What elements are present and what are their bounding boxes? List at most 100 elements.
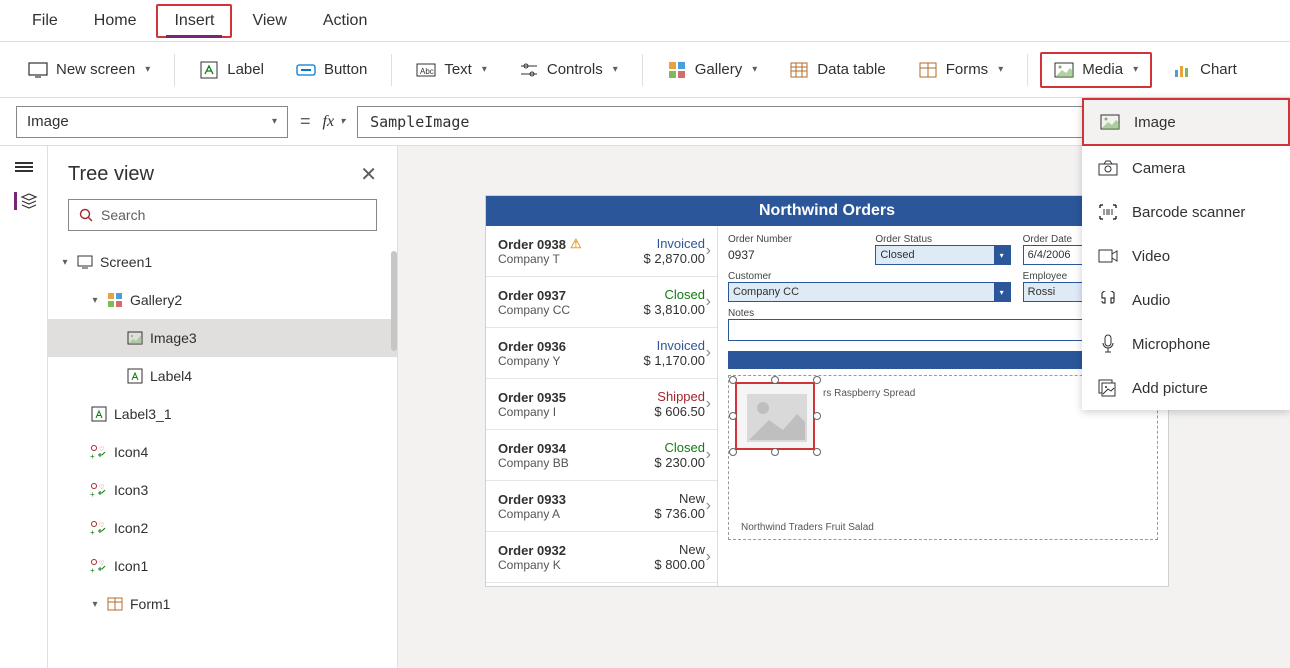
value-order-number: 0937	[728, 245, 863, 265]
tree-node-label: Icon1	[114, 558, 148, 574]
label-text: Label	[227, 61, 264, 78]
tree-node-icon4[interactable]: ♡+ Icon4	[48, 433, 397, 471]
customer-select[interactable]: Company CC▾	[728, 282, 1011, 302]
close-icon[interactable]: ✕	[360, 162, 377, 187]
tree-node-icon3[interactable]: ♡+ Icon3	[48, 471, 397, 509]
tree-node-label: Icon3	[114, 482, 148, 498]
media-barcode-item[interactable]: Barcode scanner	[1082, 190, 1290, 234]
tree-node-icon2[interactable]: ♡+ Icon2	[48, 509, 397, 547]
controls-button[interactable]: Controls ▾	[507, 54, 630, 86]
media-add-picture-label: Add picture	[1132, 380, 1208, 397]
tree-node-image3[interactable]: Image3	[48, 319, 397, 357]
forms-label: Forms	[946, 61, 989, 78]
caret-icon: ▾	[90, 295, 100, 306]
controls-label: Controls	[547, 61, 603, 78]
order-row[interactable]: Order 0938 ⚠Company TInvoiced$ 2,870.00›	[486, 226, 717, 277]
gallery-button[interactable]: Gallery ▾	[655, 54, 770, 86]
media-audio-label: Audio	[1132, 292, 1170, 309]
order-row[interactable]: Order 0937Company CCClosed$ 3,810.00›	[486, 277, 717, 328]
add-picture-icon	[1098, 378, 1118, 398]
media-image-label: Image	[1134, 114, 1176, 131]
left-rail	[0, 146, 48, 668]
property-name: Image	[27, 113, 69, 130]
scrollbar-thumb[interactable]	[391, 251, 397, 351]
item2-name: Northwind Traders Fruit Salad	[741, 522, 1151, 533]
media-audio-item[interactable]: Audio	[1082, 278, 1290, 322]
text-button[interactable]: Abc Text ▾	[404, 54, 499, 86]
order-list[interactable]: Order 0938 ⚠Company TInvoiced$ 2,870.00›…	[486, 226, 718, 586]
hamburger-icon[interactable]	[15, 160, 33, 174]
tree-node-form1[interactable]: ▾ Form1	[48, 585, 397, 623]
caret-icon: ▾	[90, 599, 100, 610]
menu-insert[interactable]: Insert	[156, 4, 232, 38]
tree-view-title: Tree view	[68, 163, 154, 186]
menu-home[interactable]: Home	[78, 6, 153, 36]
order-row[interactable]: Order 0932Company KNew$ 800.00›	[486, 532, 717, 583]
tree-view-icon[interactable]	[14, 192, 34, 210]
order-row[interactable]: Order 0936Company YInvoiced$ 1,170.00›	[486, 328, 717, 379]
form-icon	[918, 60, 938, 80]
label-button[interactable]: Label	[187, 54, 276, 86]
svg-text:♡: ♡	[99, 560, 104, 567]
forms-button[interactable]: Forms ▾	[906, 54, 1016, 86]
svg-text:+: +	[90, 528, 95, 536]
media-add-picture-item[interactable]: Add picture	[1082, 366, 1290, 410]
svg-text:♡: ♡	[99, 446, 104, 453]
table-icon	[789, 60, 809, 80]
tree-node-label: Gallery2	[130, 292, 182, 308]
tree-list: ▾ Screen1 ▾ Gallery2 Image3 Label4	[48, 243, 397, 655]
tree-node-label3-1[interactable]: Label3_1	[48, 395, 397, 433]
media-image-item[interactable]: Image	[1082, 98, 1290, 146]
media-icon	[1054, 60, 1074, 80]
video-icon	[1098, 246, 1118, 266]
order-row[interactable]: Order 0933Company ANew$ 736.00›	[486, 481, 717, 532]
group-icon: ♡+	[90, 557, 108, 575]
media-camera-item[interactable]: Camera	[1082, 146, 1290, 190]
order-status-select[interactable]: Closed▾	[875, 245, 1010, 265]
menu-view[interactable]: View	[236, 6, 302, 36]
image-icon	[126, 329, 144, 347]
tree-node-icon1[interactable]: ♡+ Icon1	[48, 547, 397, 585]
tree-node-label: Icon4	[114, 444, 148, 460]
tree-node-gallery2[interactable]: ▾ Gallery2	[48, 281, 397, 319]
caret-icon: ▾	[60, 257, 70, 268]
media-button[interactable]: Media ▾	[1040, 52, 1152, 88]
button-icon	[296, 60, 316, 80]
data-table-button[interactable]: Data table	[777, 54, 897, 86]
order-row[interactable]: Order 0934Company BBClosed$ 230.00›	[486, 430, 717, 481]
chevron-down-icon: ▾	[272, 116, 277, 127]
label-icon	[90, 405, 108, 423]
group-icon: ♡+	[90, 443, 108, 461]
chart-button[interactable]: Chart	[1160, 54, 1249, 86]
fx-label[interactable]: fx▾	[323, 113, 346, 131]
controls-icon	[519, 60, 539, 80]
tree-node-label4[interactable]: Label4	[48, 357, 397, 395]
media-microphone-item[interactable]: Microphone	[1082, 322, 1290, 366]
tree-node-label: Image3	[150, 330, 197, 346]
svg-text:♡: ♡	[99, 522, 104, 529]
tree-node-label: Label3_1	[114, 406, 172, 422]
app-header: Northwind Orders	[486, 196, 1168, 226]
menu-file[interactable]: File	[16, 6, 74, 36]
order-row[interactable]: Order 0935Company IShipped$ 606.50›	[486, 379, 717, 430]
formula-value: SampleImage	[370, 113, 469, 131]
separator	[1027, 54, 1028, 86]
media-video-item[interactable]: Video	[1082, 234, 1290, 278]
tree-node-screen1[interactable]: ▾ Screen1	[48, 243, 397, 281]
menu-action[interactable]: Action	[307, 6, 383, 36]
chart-label: Chart	[1200, 61, 1237, 78]
new-screen-label: New screen	[56, 61, 135, 78]
placeholder-image-icon	[739, 386, 815, 450]
group-icon: ♡+	[90, 519, 108, 537]
new-screen-button[interactable]: New screen ▾	[16, 54, 162, 86]
button-button[interactable]: Button	[284, 54, 379, 86]
property-selector[interactable]: Image ▾	[16, 106, 288, 138]
separator	[391, 54, 392, 86]
label-order-status: Order Status	[875, 234, 1010, 245]
search-input[interactable]: Search	[68, 199, 377, 231]
svg-text:+: +	[90, 452, 95, 460]
chevron-down-icon: ▾	[752, 64, 757, 75]
tree-node-label: Icon2	[114, 520, 148, 536]
image-control-selected[interactable]	[735, 382, 815, 450]
tree-node-label: Screen1	[100, 254, 152, 270]
